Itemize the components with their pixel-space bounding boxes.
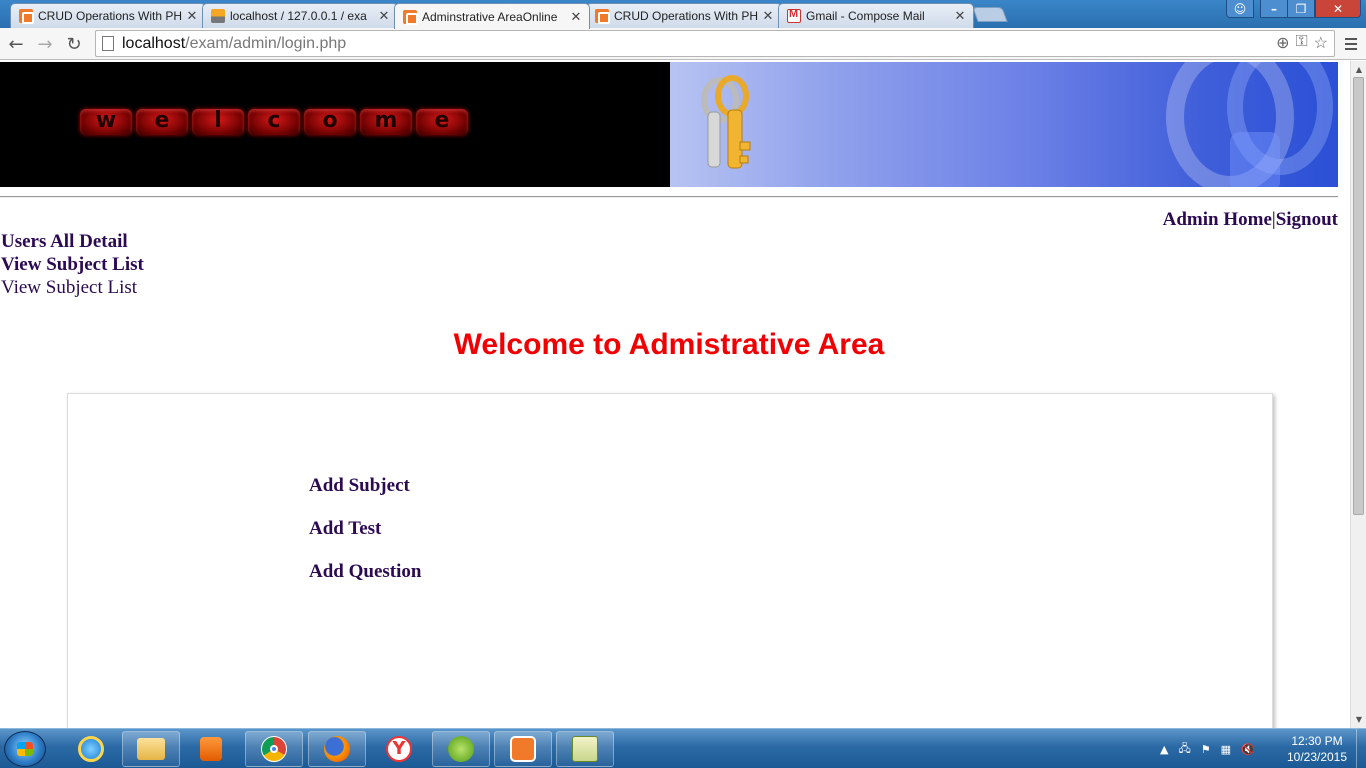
tab-label: localhost / 127.0.0.1 / exa [230, 9, 367, 23]
page-icon [102, 36, 114, 51]
welcome-letter: e [136, 109, 188, 135]
close-icon[interactable]: ✕ [377, 8, 391, 24]
tab-administrative-area[interactable]: Adminstrative AreaOnline ✕ [394, 3, 590, 29]
address-bar[interactable]: localhost/exam/admin/login.php ⊕ ⚿ ☆ [95, 30, 1335, 57]
taskbar-clock[interactable]: 12:30 PM 10/23/2015 [1282, 733, 1352, 765]
xampp-icon [19, 9, 34, 24]
file-explorer-icon[interactable] [122, 731, 180, 767]
page-viewport: w e l c o m e Admin Home|Signout Users A… [0, 61, 1350, 728]
user-profile-icon[interactable]: ☺ [1226, 0, 1254, 18]
vertical-scrollbar[interactable]: ▲ ▼ [1350, 61, 1366, 728]
forward-arrow-icon[interactable]: → [33, 32, 57, 56]
notepad-plus-plus-icon[interactable] [556, 731, 614, 767]
maximize-button[interactable]: ❐ [1287, 0, 1315, 18]
minimize-button[interactable]: – [1260, 0, 1288, 18]
browser-tab-strip: CRUD Operations With PH ✕ localhost / 12… [0, 0, 1366, 29]
keys-icon [701, 62, 1333, 187]
add-question-link[interactable]: Add Question [309, 561, 421, 583]
welcome-letter: m [360, 109, 412, 135]
signout-link[interactable]: Signout [1276, 209, 1338, 230]
view-subject-list-link[interactable]: View Subject List [1, 254, 144, 276]
close-icon[interactable]: ✕ [569, 9, 583, 25]
welcome-letter: o [304, 109, 356, 135]
scroll-up-icon[interactable]: ▲ [1351, 62, 1366, 76]
tab-gmail-compose[interactable]: Gmail - Compose Mail ✕ [778, 3, 974, 28]
add-test-link[interactable]: Add Test [309, 518, 381, 540]
welcome-letter: w [80, 109, 132, 135]
page-title: Welcome to Admistrative Area [453, 328, 885, 361]
firefox-icon[interactable] [308, 731, 366, 767]
welcome-banner-word: w e l c o m e [80, 109, 468, 135]
media-player-icon[interactable] [182, 731, 240, 767]
tab-label: Gmail - Compose Mail [806, 9, 925, 23]
network-icon[interactable]: 🖧 [1178, 740, 1190, 759]
close-icon[interactable]: ✕ [761, 8, 775, 24]
header-divider [0, 196, 1338, 198]
scroll-down-icon[interactable]: ▼ [1351, 712, 1366, 726]
scrollbar-thumb[interactable] [1353, 77, 1364, 515]
action-center-flag-icon[interactable]: ⚑ [1201, 743, 1211, 756]
welcome-letter: c [248, 109, 300, 135]
welcome-banner: w e l c o m e [0, 62, 670, 187]
clock-date: 10/23/2015 [1286, 750, 1348, 764]
users-all-detail-link[interactable]: Users All Detail [1, 231, 128, 253]
top-nav: Admin Home|Signout [1163, 209, 1338, 231]
chrome-icon[interactable] [245, 731, 303, 767]
key-icon[interactable]: ⚿ [1295, 33, 1307, 53]
xampp-icon [595, 9, 610, 24]
tab-crud-operations-2[interactable]: CRUD Operations With PH ✕ [586, 3, 782, 28]
tab-label: Adminstrative AreaOnline [422, 9, 558, 24]
close-icon[interactable]: ✕ [953, 8, 967, 24]
admin-actions-panel: Add Subject Add Test Add Question [67, 393, 1273, 728]
windows-taskbar: Y ▲ 🖧 ⚑ ▦ 🔇 12:30 PM 10/23/2015 [0, 728, 1366, 768]
close-window-button[interactable]: ✕ [1315, 0, 1361, 18]
view-subject-list-link-plain[interactable]: View Subject List [1, 277, 137, 299]
tab-label: CRUD Operations With PH [614, 9, 759, 23]
phpmyadmin-icon [211, 9, 225, 23]
yandex-icon[interactable]: Y [370, 731, 428, 767]
welcome-letter: e [416, 109, 468, 135]
tab-phpmyadmin[interactable]: localhost / 127.0.0.1 / exa ✕ [202, 3, 398, 28]
reload-icon[interactable]: ↻ [62, 32, 86, 56]
windows-flag-icon[interactable]: ▦ [1221, 743, 1231, 756]
new-tab-button[interactable] [972, 7, 1008, 22]
add-subject-link[interactable]: Add Subject [309, 475, 410, 497]
tab-crud-operations-1[interactable]: CRUD Operations With PH ✕ [10, 3, 206, 28]
volume-muted-icon[interactable]: 🔇 [1241, 743, 1255, 756]
tab-label: CRUD Operations With PH [38, 9, 183, 23]
bookmark-star-icon[interactable]: ☆ [1314, 33, 1328, 53]
gmail-icon [787, 8, 801, 23]
system-tray: ▲ 🖧 ⚑ ▦ 🔇 [1160, 729, 1255, 768]
url-host: localhost [122, 34, 186, 52]
show-desktop-button[interactable] [1356, 729, 1366, 768]
keys-banner [670, 62, 1338, 187]
zoom-icon[interactable]: ⊕ [1276, 33, 1289, 53]
clock-time: 12:30 PM [1291, 734, 1343, 748]
hamburger-menu-icon[interactable] [1340, 32, 1362, 56]
show-hidden-icons-icon[interactable]: ▲ [1160, 743, 1168, 756]
internet-explorer-icon[interactable] [62, 731, 120, 767]
xampp-icon[interactable] [494, 731, 552, 767]
admin-home-link[interactable]: Admin Home [1163, 209, 1272, 230]
close-icon[interactable]: ✕ [185, 8, 199, 24]
browser-toolbar: ← → ↻ localhost/exam/admin/login.php ⊕ ⚿… [0, 28, 1366, 60]
url-path: /exam/admin/login.php [185, 34, 347, 52]
welcome-letter: l [192, 109, 244, 135]
dreamweaver-icon[interactable] [432, 731, 490, 767]
start-button[interactable] [4, 731, 46, 767]
back-arrow-icon[interactable]: ← [4, 32, 28, 56]
xampp-icon [403, 9, 418, 25]
